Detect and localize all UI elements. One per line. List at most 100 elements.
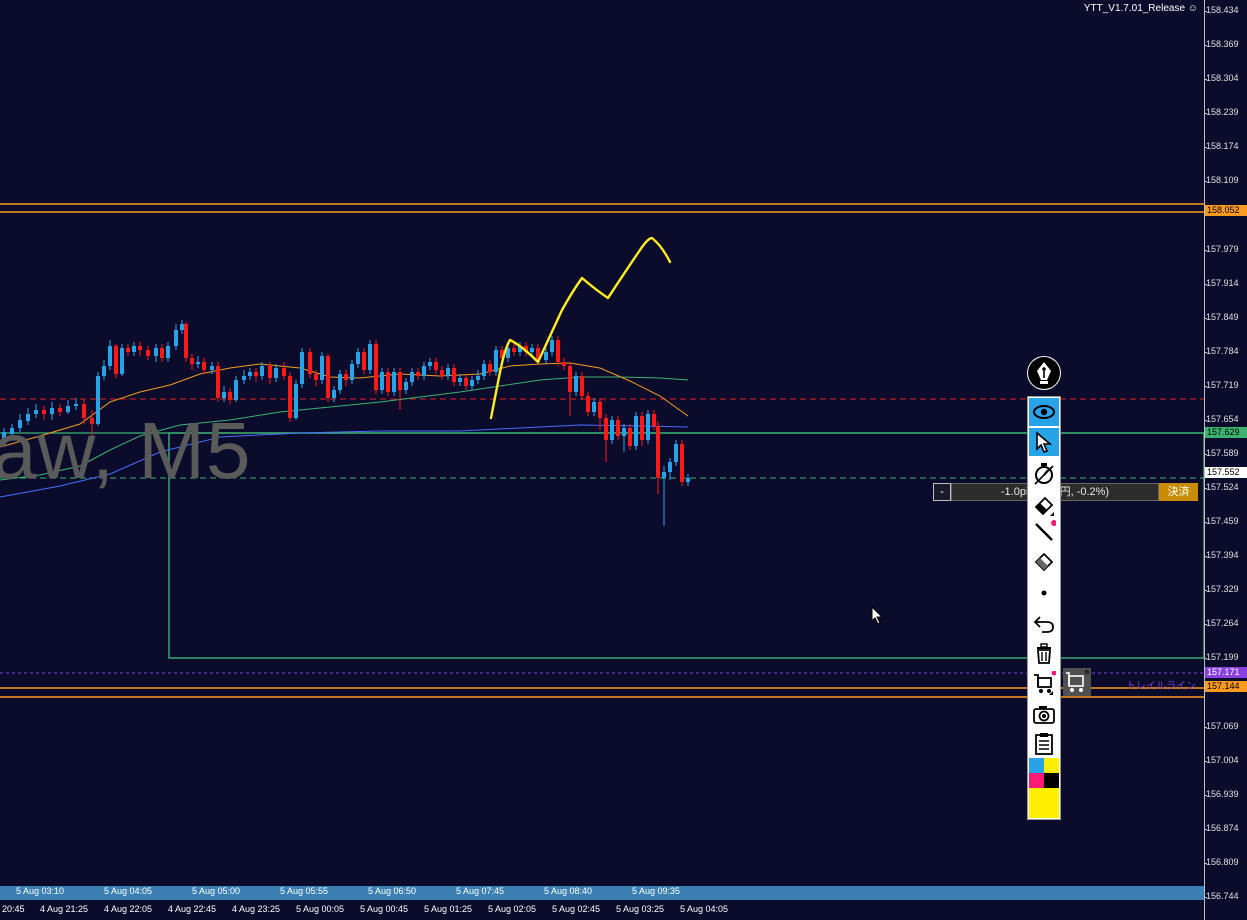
candle-bear	[308, 352, 312, 374]
color-swatch-yellow-small[interactable]	[1044, 758, 1059, 773]
color-swatch-magenta[interactable]	[1029, 773, 1044, 788]
cart-button[interactable]	[1029, 669, 1059, 697]
candle-bear	[628, 428, 632, 446]
candle-bull	[662, 472, 666, 478]
price-tick-label: 157.784	[1204, 345, 1239, 356]
candle-bull	[634, 416, 638, 446]
eye-button[interactable]	[1029, 398, 1059, 426]
price-tick-label: 156.874	[1204, 822, 1239, 833]
eraser-button[interactable]	[1029, 490, 1059, 518]
price-tag-bid: 157.552	[1205, 467, 1247, 478]
pointer-arrow-icon	[1036, 431, 1053, 453]
candle-bear	[114, 346, 118, 374]
trash-icon	[1037, 643, 1051, 664]
trash-button[interactable]	[1029, 639, 1059, 667]
shopping-cart-icon	[1034, 671, 1056, 695]
candle-bull	[222, 392, 226, 398]
candle-bear	[568, 366, 572, 392]
candle-bull	[332, 390, 336, 398]
time-label-lower: 5 Aug 03:25	[616, 904, 665, 914]
candle-bear	[190, 358, 194, 364]
position-minus-button[interactable]: -	[933, 483, 951, 501]
position-close-button[interactable]: 決済	[1159, 483, 1198, 501]
time-label-lower: 5 Aug 02:45	[552, 904, 601, 914]
dot-icon	[1041, 590, 1047, 596]
candle-bull	[686, 478, 690, 482]
price-axis[interactable]: 158.434 158.369 158.304 158.239 158.174 158.1…	[1204, 0, 1247, 920]
candle-bear	[616, 420, 620, 436]
candle-bull	[102, 366, 106, 376]
time-label-lower: 5 Aug 01:25	[424, 904, 473, 914]
drawing-toolbar	[1027, 396, 1061, 820]
candle-bull	[392, 372, 396, 392]
stopwatch-icon	[1034, 463, 1054, 485]
color-swatch-black[interactable]	[1044, 773, 1059, 788]
candle-bear	[288, 376, 292, 418]
price-tick-label: 157.329	[1204, 584, 1239, 595]
candle-bull	[494, 350, 498, 372]
price-tick-label: 157.199	[1204, 652, 1239, 663]
time-label-upper: 5 Aug 03:10	[16, 886, 65, 896]
pen-nib-icon	[1028, 357, 1060, 389]
price-tag-trail: 157.171	[1205, 667, 1247, 678]
candle-bear	[184, 324, 188, 358]
time-axis-lower: 20:45 4 Aug 21:25 4 Aug 22:05 4 Aug 22:45 4 …	[0, 900, 1204, 920]
candle-bull	[428, 362, 432, 366]
candle-bull	[592, 402, 596, 412]
candle-bear	[452, 368, 456, 382]
color-swatch-yellow[interactable]	[1029, 788, 1059, 818]
price-tick-label: 157.914	[1204, 277, 1239, 288]
candle-bull	[410, 372, 414, 382]
candle-bear	[254, 372, 258, 376]
candle-bear	[138, 346, 142, 350]
stopwatch-button[interactable]	[1029, 459, 1059, 487]
candle-bear	[488, 364, 492, 372]
candle-bull	[350, 364, 354, 380]
candle-bear	[416, 372, 420, 376]
price-tick-label: 157.589	[1204, 448, 1239, 458]
color-swatch-cyan[interactable]	[1029, 758, 1044, 773]
candle-bull	[300, 352, 304, 384]
price-tick-label: 157.719	[1204, 379, 1239, 390]
candle-bear	[160, 348, 164, 358]
pen-logo-button[interactable]	[1027, 356, 1061, 390]
undo-button[interactable]	[1029, 609, 1059, 637]
candle-bear	[228, 392, 232, 400]
color-palette[interactable]	[1029, 758, 1059, 818]
candle-bull	[368, 344, 372, 370]
candle-bear	[640, 416, 644, 440]
candle-bear	[326, 356, 330, 398]
candle-bear	[652, 414, 656, 426]
candle-bear	[680, 444, 684, 482]
eraser-all-icon	[1034, 552, 1054, 572]
clipboard-icon	[1035, 733, 1053, 755]
price-tag-green-line: 157.629	[1205, 427, 1247, 438]
candle-bull	[242, 376, 246, 380]
candle-bear	[580, 376, 584, 396]
eraser-all-button[interactable]	[1029, 548, 1059, 576]
line-tool-button[interactable]	[1029, 518, 1059, 546]
eye-icon	[1033, 405, 1055, 419]
time-label-lower: 5 Aug 00:45	[360, 904, 409, 914]
time-label-upper: 5 Aug 05:00	[192, 886, 241, 896]
candle-bear	[512, 348, 516, 352]
candle-bull	[622, 428, 626, 436]
dot-button[interactable]	[1029, 579, 1059, 607]
candle-bull	[476, 376, 480, 380]
camera-icon	[1033, 706, 1055, 724]
pointer-button[interactable]	[1029, 428, 1059, 456]
price-tick-label: 158.434	[1204, 5, 1239, 15]
price-tick-label: 157.524	[1204, 482, 1239, 493]
candle-bull	[196, 362, 200, 364]
version-text: YTT_V1.7.01_Release	[1083, 3, 1185, 14]
price-tick-label: 157.394	[1204, 550, 1239, 561]
camera-button[interactable]	[1029, 700, 1059, 728]
price-tick-label: 158.369	[1204, 39, 1239, 50]
chart-area[interactable]: aw, M5 YTT_V1.7.01_Release ☺	[0, 0, 1204, 886]
candle-bull	[132, 346, 136, 352]
candle-bull	[338, 374, 342, 390]
cart-tool-popout[interactable]	[1063, 668, 1091, 696]
candle-bull	[422, 366, 426, 376]
clipboard-button[interactable]	[1029, 729, 1059, 757]
candle-bull	[234, 380, 238, 400]
